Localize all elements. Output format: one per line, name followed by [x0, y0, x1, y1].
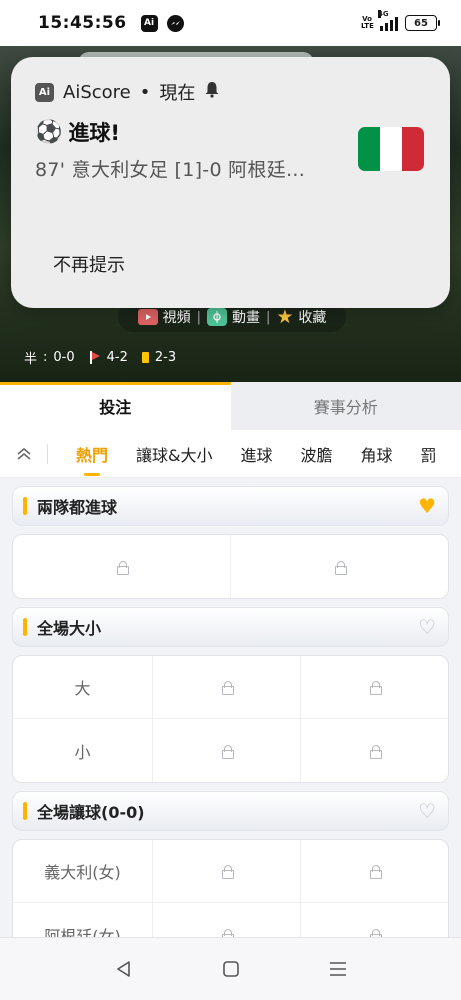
animation-button[interactable]: 動畫	[206, 307, 260, 327]
yellow-card-icon	[141, 352, 149, 363]
bell-icon	[204, 81, 220, 103]
lock-icon	[221, 681, 234, 695]
market-title: 全場讓球(0-0)	[37, 803, 145, 822]
odds-cell[interactable]	[13, 535, 231, 598]
notification-time: 現在	[159, 83, 196, 104]
half-score: 0-0	[53, 350, 75, 365]
tab-goals[interactable]: 進球	[241, 442, 273, 466]
odds-row: 小	[13, 719, 448, 782]
messenger-icon	[166, 14, 184, 32]
half-label: 半	[24, 352, 38, 367]
market-grid-total: 大 小	[12, 655, 449, 783]
system-nav-bar	[0, 937, 461, 1000]
market-header-both-score[interactable]: 兩隊都進球 ♥	[12, 486, 449, 526]
flag-stripe-white	[380, 127, 402, 171]
video-icon	[137, 309, 158, 325]
aiscore-app-icon: Ai	[35, 82, 54, 102]
network-type: 4G	[378, 9, 389, 18]
heart-filled-icon[interactable]: ♥	[418, 496, 436, 516]
heart-outline-icon[interactable]: ♡	[418, 617, 436, 637]
notification-app-name: AiScore	[63, 81, 131, 103]
tab-corners[interactable]: 角球	[361, 442, 393, 466]
home-icon[interactable]	[216, 954, 246, 984]
volte-icon: Vo LTE	[361, 15, 374, 30]
status-time: 15:45:56	[38, 13, 127, 33]
tab-penalty[interactable]: 罰	[421, 442, 437, 466]
lock-icon	[369, 744, 382, 759]
row-label: 小	[13, 719, 153, 782]
match-stats: 半:0-0 4-2 2-3	[24, 348, 176, 367]
favorite-label: 收藏	[298, 310, 327, 326]
animation-label: 動畫	[231, 310, 260, 326]
half-time-score: 半:0-0	[24, 350, 75, 367]
status-bar: 15:45:56 Ai Vo LTE 4G 65	[0, 0, 461, 46]
odds-cell[interactable]	[301, 656, 448, 718]
card-stat: 2-3	[141, 350, 177, 365]
accent-bar	[23, 618, 27, 636]
menu-icon[interactable]	[323, 954, 353, 984]
divider: |	[196, 309, 201, 325]
market-grid-both-score	[12, 534, 449, 599]
market-tabs: 熱門 讓球&大小 進球 波膽 角球 罰	[0, 430, 461, 478]
status-icons: Vo LTE 4G 65	[361, 9, 440, 31]
market-header-total[interactable]: 全場大小 ♡	[12, 607, 449, 647]
odds-row: 大	[13, 656, 448, 719]
soccer-ball-icon: ⚽	[35, 119, 63, 145]
tab-bet[interactable]: 投注	[0, 382, 231, 430]
favorite-button[interactable]: ★ 收藏	[276, 307, 326, 327]
corner-flag-icon	[89, 351, 101, 364]
odds-cell[interactable]	[301, 719, 448, 782]
notification-header: Ai AiScore • 現在	[35, 79, 220, 105]
accent-bar	[23, 497, 27, 515]
collapse-icon[interactable]	[0, 443, 48, 464]
lock-icon	[334, 560, 347, 575]
lock-icon	[221, 865, 234, 879]
flag-stripe-red	[402, 127, 424, 171]
market-title: 兩隊都進球	[37, 498, 118, 517]
video-button[interactable]: 視頻	[137, 307, 191, 327]
goal-notification[interactable]: Ai AiScore • 現在 ⚽ 進球! 87' 意大利女足 [1]-0 阿根…	[11, 57, 450, 308]
odds-cell[interactable]	[301, 840, 448, 902]
market-header-handicap[interactable]: 全場讓球(0-0) ♡	[12, 791, 449, 831]
flag-stripe-green	[358, 127, 380, 171]
heart-outline-icon[interactable]: ♡	[418, 801, 436, 821]
lock-icon	[369, 865, 382, 879]
odds-cell[interactable]	[153, 840, 301, 902]
corner-count: 4-2	[106, 350, 128, 365]
tab-hot[interactable]: 熱門	[76, 442, 108, 476]
tab-correct-score[interactable]: 波膽	[301, 442, 333, 466]
video-label: 視頻	[162, 310, 191, 326]
dont-remind-button[interactable]: 不再提示	[53, 251, 125, 277]
row-label: 大	[13, 656, 153, 718]
lock-icon	[221, 744, 234, 759]
star-icon: ★	[276, 306, 294, 328]
divider: |	[265, 309, 271, 325]
animation-icon	[206, 308, 227, 326]
notification-title: ⚽ 進球!	[35, 117, 120, 147]
tab-analysis[interactable]: 賽事分析	[230, 382, 461, 430]
odds-cell[interactable]	[153, 656, 301, 718]
row-label: 義大利(女)	[13, 840, 153, 902]
tab-handicap-total[interactable]: 讓球&大小	[136, 442, 212, 466]
lock-icon	[116, 560, 129, 575]
lock-icon	[369, 681, 382, 695]
italy-flag-icon	[358, 127, 424, 171]
odds-row: 義大利(女)	[13, 840, 448, 903]
markets-list: 兩隊都進球 ♥ 全場大小 ♡ 大 小 全場讓球(0-0) ♡ 義大利(女) 阿根…	[12, 486, 449, 975]
signal-icon: 4G	[378, 9, 398, 31]
accent-bar	[23, 802, 27, 820]
card-count: 2-3	[154, 350, 177, 365]
odds-row	[13, 535, 448, 598]
odds-cell[interactable]	[231, 535, 448, 598]
main-tabs: 投注 賽事分析	[0, 382, 461, 430]
odds-cell[interactable]	[153, 719, 301, 782]
back-icon[interactable]	[109, 954, 139, 984]
market-title: 全場大小	[37, 619, 102, 638]
aiscore-status-icon: Ai	[140, 14, 158, 32]
notification-title-text: 進球!	[68, 121, 120, 145]
notification-text: 87' 意大利女足 [1]-0 阿根廷...	[35, 159, 306, 181]
battery-icon: 65	[405, 15, 440, 31]
corner-stat: 4-2	[89, 350, 128, 365]
